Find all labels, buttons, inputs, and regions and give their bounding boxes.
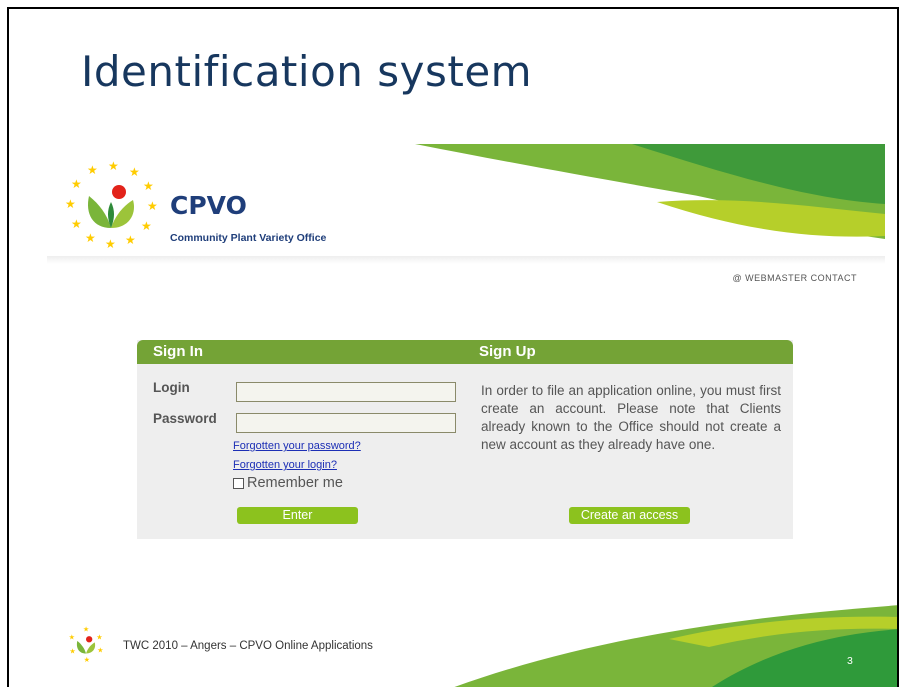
svg-text:★: ★ [143,179,154,193]
header-divider [47,256,885,264]
svg-text:★: ★ [147,199,158,213]
panel-header: Sign In Sign Up [137,340,793,364]
signin-heading: Sign In [153,343,203,360]
svg-text:★: ★ [125,233,136,247]
enter-button[interactable]: Enter [237,507,358,524]
forgot-login-link[interactable]: Forgotten your login? [233,459,337,471]
svg-text:★: ★ [141,219,152,233]
svg-text:★: ★ [87,163,98,177]
svg-text:★: ★ [97,646,103,655]
footer-logo-icon: ★ ★ ★ ★ ★ ★ [69,625,104,663]
remember-me-label: Remember me [247,475,343,491]
cpvo-logo-icon: ★ ★ ★ ★ ★ ★ ★ ★ ★ ★ ★ ★ [65,159,158,251]
signup-heading: Sign Up [479,343,536,360]
password-label: Password [153,411,217,426]
login-label: Login [153,380,190,395]
svg-text:★: ★ [71,217,82,231]
remember-me-row[interactable]: Remember me [233,475,343,491]
svg-text:★: ★ [96,632,102,641]
svg-text:★: ★ [69,632,75,641]
logo-name: CPVO [170,191,247,220]
webmaster-contact-link[interactable]: @ WEBMASTER CONTACT [733,273,857,283]
svg-text:★: ★ [71,177,82,191]
page-number: 3 [847,655,853,667]
svg-text:★: ★ [65,197,76,211]
login-input[interactable] [236,382,456,402]
password-input[interactable] [236,413,456,433]
logo-subtitle: Community Plant Variety Office [170,232,327,244]
forgot-password-link[interactable]: Forgotten your password? [233,440,361,452]
signup-description: In order to file an application online, … [481,383,781,452]
svg-text:★: ★ [69,647,75,656]
svg-text:★: ★ [83,625,89,633]
svg-text:★: ★ [105,237,116,251]
cpvo-login-screenshot: ★ ★ ★ ★ ★ ★ ★ ★ ★ ★ ★ ★ CPVO Community P… [47,144,885,539]
svg-text:★: ★ [108,159,119,173]
svg-text:★: ★ [85,231,96,245]
svg-text:★: ★ [129,165,140,179]
create-access-button[interactable]: Create an access [569,507,690,524]
checkbox-icon[interactable] [233,477,244,489]
auth-panel: Sign In Sign Up Login Password Forgotten… [137,340,793,539]
svg-text:★: ★ [84,655,90,663]
footer-text: TWC 2010 – Angers – CPVO Online Applicat… [123,640,373,652]
slide: Identification system ★ ★ ★ ★ ★ ★ ★ ★ ★ … [7,7,899,687]
slide-title: Identification system [81,47,533,96]
